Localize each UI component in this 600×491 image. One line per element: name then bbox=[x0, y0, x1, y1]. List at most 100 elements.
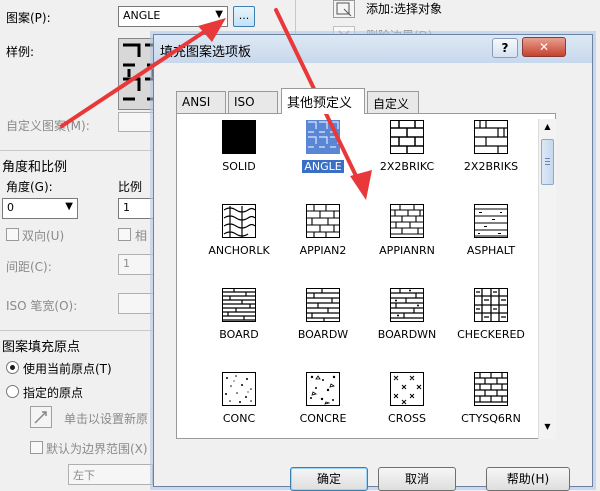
brick-pattern-icon bbox=[390, 204, 424, 238]
spacing-value: 1 bbox=[123, 257, 130, 270]
pattern-select[interactable]: ANGLE ▼ bbox=[118, 6, 228, 27]
spacing-input[interactable]: 1 bbox=[118, 254, 158, 275]
solid-pattern-icon bbox=[222, 120, 256, 154]
tab-other-predefined[interactable]: 其他预定义 bbox=[281, 88, 365, 114]
pattern-grid: SOLID ANGLE 2X2BRIKC 2X2BRIKS ANCHORLK A… bbox=[176, 113, 556, 439]
pattern-tile-appian2[interactable]: APPIAN2 bbox=[281, 204, 365, 288]
pattern-tile-checkered[interactable]: CHECKERED bbox=[449, 288, 533, 372]
pattern-tile-cross[interactable]: CROSS bbox=[365, 372, 449, 438]
custom-pattern-select[interactable] bbox=[118, 112, 158, 132]
pattern-name: ASPHALT bbox=[466, 244, 516, 257]
sample-label: 样例: bbox=[6, 45, 35, 59]
close-button[interactable]: ✕ bbox=[522, 37, 566, 57]
scale-select[interactable]: 1 bbox=[118, 198, 158, 219]
tab-custom[interactable]: 自定义 bbox=[367, 91, 419, 113]
pattern-tile-anchorlk[interactable]: ANCHORLK bbox=[197, 204, 281, 288]
grip-icon bbox=[545, 158, 550, 159]
default-boundary-label: 默认为边界范围(X) bbox=[46, 442, 148, 456]
use-current-origin-radio[interactable] bbox=[6, 361, 19, 374]
use-current-origin-label: 使用当前原点(T) bbox=[23, 362, 112, 376]
help-button[interactable]: 帮助(H) bbox=[486, 467, 570, 491]
board-pattern-icon bbox=[390, 288, 424, 322]
brick-pattern-icon bbox=[306, 204, 340, 238]
double-label: 双向(U) bbox=[22, 229, 65, 243]
relative-label: 相 bbox=[135, 229, 148, 243]
chevron-down-icon: ▼ bbox=[215, 9, 223, 20]
origin-header: 图案填充原点 bbox=[2, 340, 81, 355]
pattern-label: 图案(P): bbox=[6, 11, 51, 25]
tab-iso[interactable]: ISO bbox=[228, 91, 278, 113]
angle-pattern-icon bbox=[306, 120, 340, 154]
pattern-name: CONC bbox=[222, 412, 256, 425]
cancel-button[interactable]: 取消 bbox=[378, 467, 456, 491]
pattern-name: CHECKERED bbox=[457, 328, 525, 341]
pattern-name: ANCHORLK bbox=[208, 244, 270, 257]
pattern-name: BOARD bbox=[219, 328, 259, 341]
dialog-titlebar[interactable]: 填充图案选项板 ? ✕ bbox=[154, 35, 592, 63]
dialog-title: 填充图案选项板 bbox=[160, 45, 252, 60]
divider bbox=[295, 0, 296, 34]
pattern-tile-appianrn[interactable]: APPIANRN bbox=[365, 204, 449, 288]
pattern-name: CTYSQ6RN bbox=[461, 412, 521, 425]
pattern-tile-board[interactable]: BOARD bbox=[197, 288, 281, 372]
pattern-tile-boardwn[interactable]: BOARDWN bbox=[365, 288, 449, 372]
pattern-tile-solid[interactable]: SOLID bbox=[197, 120, 281, 204]
chevron-down-icon: ▼ bbox=[65, 201, 73, 212]
position-value: 左下 bbox=[73, 469, 95, 482]
browse-button-label: ... bbox=[238, 9, 250, 22]
pattern-tile-asphalt[interactable]: ASPHALT bbox=[449, 204, 533, 288]
pattern-tile-ctysq6rn[interactable]: CTYSQ6RN bbox=[449, 372, 533, 438]
specified-origin-label: 指定的原点 bbox=[23, 386, 84, 400]
pattern-tile-2x2brikc[interactable]: 2X2BRIKC bbox=[365, 120, 449, 204]
double-checkbox[interactable] bbox=[6, 228, 19, 241]
pattern-name: APPIAN2 bbox=[299, 244, 347, 257]
pattern-name: SOLID bbox=[222, 160, 256, 173]
pattern-name: BOARDW bbox=[297, 328, 349, 341]
asphalt-pattern-icon bbox=[474, 204, 508, 238]
pattern-name: ANGLE bbox=[302, 160, 344, 173]
ok-button[interactable]: 确定 bbox=[290, 467, 368, 491]
custom-pattern-label: 自定义图案(M): bbox=[6, 119, 90, 133]
help-icon: ? bbox=[501, 41, 509, 55]
pattern-tile-conc[interactable]: CONC bbox=[197, 372, 281, 438]
pattern-tile-angle[interactable]: ANGLE bbox=[281, 120, 365, 204]
pattern-name: CONCRE bbox=[299, 412, 347, 425]
help-title-button[interactable]: ? bbox=[492, 38, 518, 58]
board-pattern-icon bbox=[222, 288, 256, 322]
pattern-name: BOARDWN bbox=[377, 328, 437, 341]
close-icon: ✕ bbox=[538, 40, 550, 54]
pattern-name: 2X2BRIKS bbox=[463, 160, 519, 173]
angle-label: 角度(G): bbox=[6, 180, 53, 194]
spacing-label: 间距(C): bbox=[6, 260, 52, 274]
select-objects-icon bbox=[336, 2, 352, 17]
pattern-tile-boardw[interactable]: BOARDW bbox=[281, 288, 365, 372]
add-select-objects-button[interactable] bbox=[333, 0, 355, 18]
set-origin-button[interactable] bbox=[30, 406, 52, 428]
pattern-name: 2X2BRIKC bbox=[379, 160, 435, 173]
scroll-up-icon[interactable]: ▲ bbox=[539, 119, 556, 135]
browse-pattern-button[interactable]: ... bbox=[233, 6, 255, 27]
brick-pattern-icon bbox=[390, 120, 424, 154]
pattern-scrollbar[interactable]: ▲ ▼ bbox=[538, 119, 556, 439]
brick-pattern-icon bbox=[474, 120, 508, 154]
checkered-pattern-icon bbox=[474, 288, 508, 322]
anchor-lock-pattern-icon bbox=[222, 204, 256, 238]
tab-ansi[interactable]: ANSI bbox=[176, 91, 226, 113]
brick-pattern-icon bbox=[474, 372, 508, 406]
scroll-thumb[interactable] bbox=[541, 139, 554, 185]
pattern-tile-concre[interactable]: CONCRE bbox=[281, 372, 365, 438]
concrete-pattern-icon bbox=[306, 372, 340, 406]
angle-scale-header: 角度和比例 bbox=[2, 160, 68, 175]
angle-select[interactable]: 0 ▼ bbox=[2, 198, 78, 219]
relative-checkbox[interactable] bbox=[118, 228, 131, 241]
hatch-pattern-palette-dialog: 填充图案选项板 ? ✕ ANSI ISO 其他预定义 自定义 SOLID ANG… bbox=[153, 34, 593, 491]
concrete-pattern-icon bbox=[222, 372, 256, 406]
scroll-down-icon[interactable]: ▼ bbox=[539, 419, 556, 435]
iso-pen-label: ISO 笔宽(O): bbox=[6, 299, 78, 313]
pattern-tile-2x2briks[interactable]: 2X2BRIKS bbox=[449, 120, 533, 204]
position-select[interactable]: 左下 bbox=[68, 464, 153, 485]
default-boundary-checkbox[interactable] bbox=[30, 441, 43, 454]
specified-origin-radio[interactable] bbox=[6, 385, 19, 398]
iso-pen-select[interactable] bbox=[118, 293, 158, 314]
divider bbox=[0, 330, 153, 331]
